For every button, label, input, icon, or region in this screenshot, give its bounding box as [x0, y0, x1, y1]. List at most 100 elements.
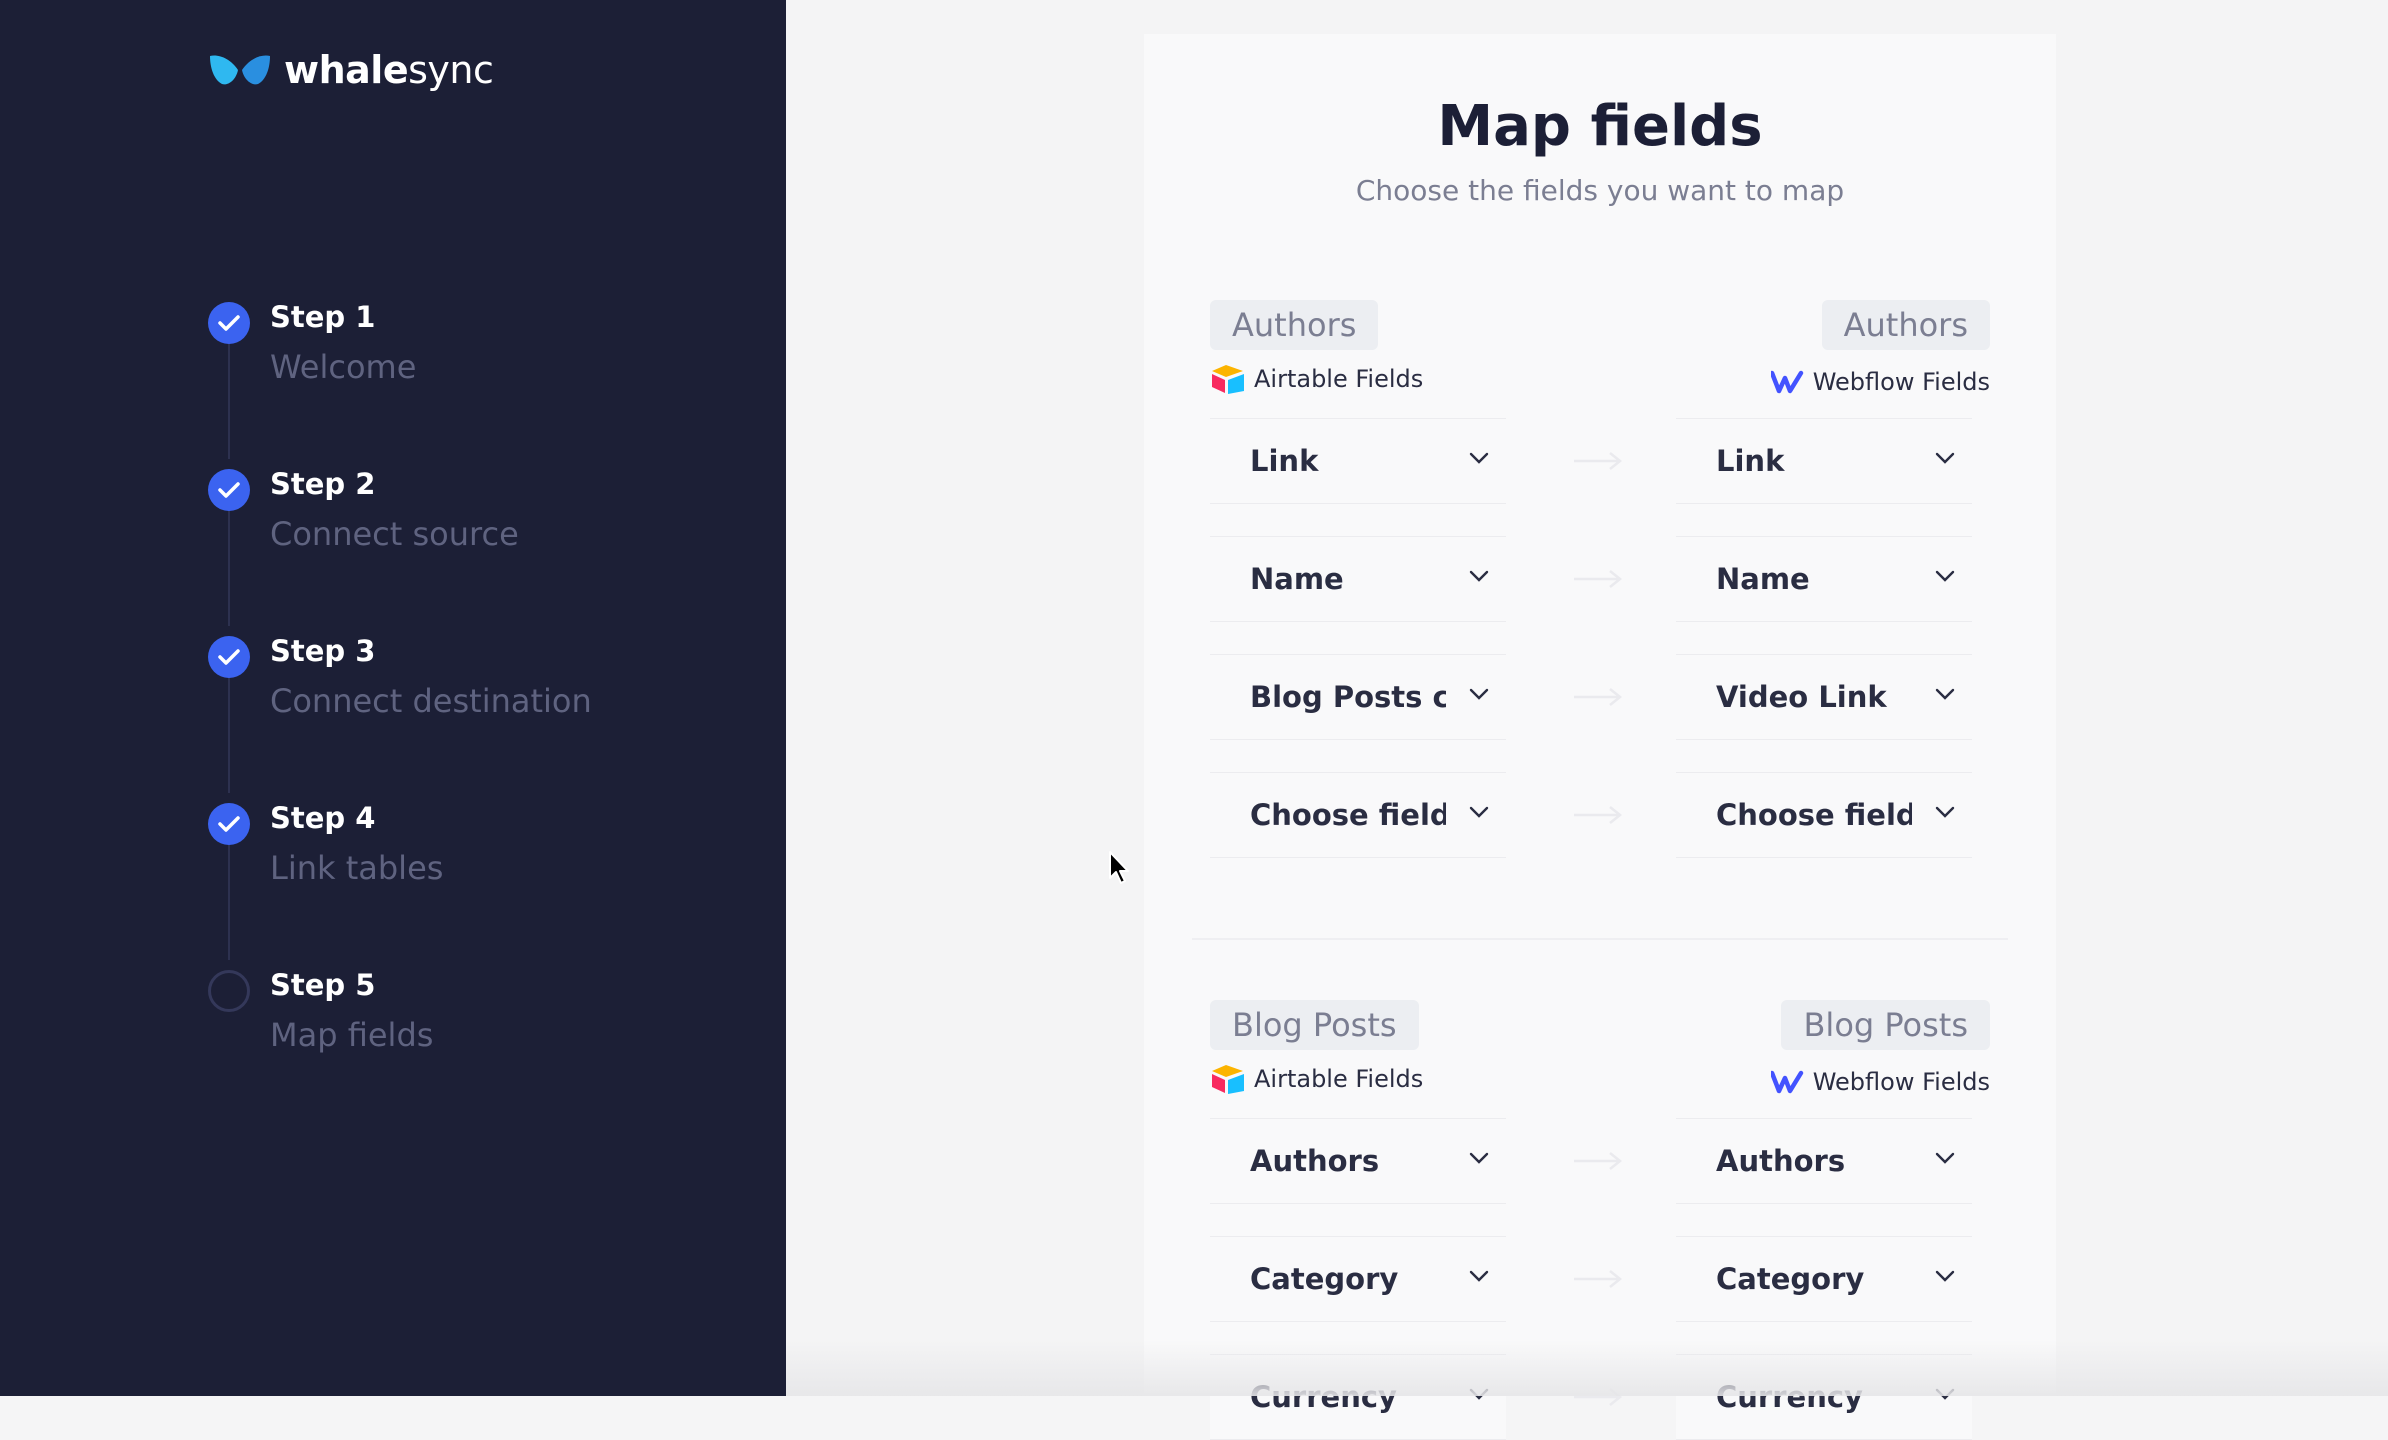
destination-field-select[interactable]: Choose field [1676, 772, 1972, 858]
webflow-fields-text: Webflow Fields [1812, 1068, 1990, 1096]
page-subtitle: Choose the fields you want to map [1355, 174, 1845, 207]
arrow-right-icon [1574, 688, 1623, 706]
step-item-5: Step 5 Map fields [208, 960, 768, 1127]
sidebar: whalesync Step 1 Welcome Step 2 Connect … [0, 0, 786, 1396]
airtable-fields-label: Airtable Fields [1210, 364, 1423, 394]
chevron-down-icon [1935, 1152, 1955, 1164]
chevron-down-icon [1469, 688, 1489, 700]
field-mapping-row: Category Category [1210, 1236, 1990, 1322]
destination-field-value: Name [1716, 562, 1810, 596]
chevron-down-icon [1469, 1270, 1489, 1282]
main-panel: Map fields Choose the fields you want to… [786, 0, 2388, 1440]
destination-table-chip: Blog Posts [1781, 1000, 1990, 1050]
section-divider [1192, 938, 2008, 940]
destination-field-select[interactable]: Category [1676, 1236, 1972, 1322]
field-mapping-row: Name Name [1210, 536, 1990, 622]
step-item-4: Step 4 Link tables [208, 793, 768, 960]
step-list: Step 1 Welcome Step 2 Connect source Ste… [208, 292, 768, 1127]
step-subtitle: Connect source [270, 515, 519, 553]
source-field-value: Category [1250, 1262, 1399, 1296]
airtable-fields-label: Airtable Fields [1210, 1064, 1423, 1094]
source-field-value: Choose field [1250, 798, 1446, 832]
airtable-fields-text: Airtable Fields [1254, 1065, 1424, 1093]
source-field-select[interactable]: Category [1210, 1236, 1506, 1322]
chevron-down-icon [1935, 452, 1955, 464]
arrow-right-icon [1574, 1270, 1623, 1288]
chevron-down-icon [1935, 1270, 1955, 1282]
source-table-chip: Authors [1210, 300, 1379, 350]
step-title: Step 2 [270, 467, 376, 501]
field-mapping-row: Blog Posts cop Video Link [1210, 654, 1990, 740]
webflow-fields-text: Webflow Fields [1812, 368, 1990, 396]
webflow-icon [1770, 370, 1803, 394]
step-item-1: Step 1 Welcome [208, 292, 768, 459]
source-table-chip: Blog Posts [1210, 1000, 1419, 1050]
source-field-value: Authors [1250, 1144, 1380, 1178]
destination-field-select[interactable]: Video Link [1676, 654, 1972, 740]
source-field-value: Blog Posts cop [1250, 680, 1446, 714]
arrow-right-icon [1574, 452, 1623, 470]
step-title: Step 5 [270, 968, 376, 1002]
empty-circle-icon [208, 970, 250, 1012]
check-icon [208, 803, 250, 845]
step-connector [228, 841, 230, 960]
step-connector [228, 507, 230, 626]
check-icon [208, 636, 250, 678]
webflow-icon [1770, 1070, 1803, 1094]
brand-name: whalesync [284, 48, 494, 92]
step-title: Step 3 [270, 634, 376, 668]
destination-field-value: Authors [1716, 1144, 1846, 1178]
webflow-fields-label: Webflow Fields [1770, 368, 1990, 396]
airtable-icon [1212, 365, 1244, 394]
chevron-down-icon [1469, 452, 1489, 464]
source-field-value: Name [1250, 562, 1344, 596]
field-mapping-row: Authors Authors [1210, 1118, 1990, 1204]
chevron-down-icon [1935, 570, 1955, 582]
destination-table-chip: Authors [1821, 300, 1990, 350]
field-mapping-row: Link Link [1210, 418, 1990, 504]
step-item-2: Step 2 Connect source [208, 459, 768, 626]
chevron-down-icon [1469, 570, 1489, 582]
map-fields-card: Map fields Choose the fields you want to… [1144, 34, 2056, 1440]
source-field-select[interactable]: Choose field [1210, 772, 1506, 858]
step-subtitle: Link tables [270, 849, 444, 887]
airtable-icon [1212, 1065, 1244, 1094]
destination-field-select[interactable]: Name [1676, 536, 1972, 622]
source-field-select[interactable]: Name [1210, 536, 1506, 622]
bottom-fade-overlay [786, 1340, 2388, 1396]
source-field-select[interactable]: Authors [1210, 1118, 1506, 1204]
step-connector [228, 340, 230, 459]
destination-field-value: Choose field [1716, 798, 1912, 832]
step-item-3: Step 3 Connect destination [208, 626, 768, 793]
step-subtitle: Connect destination [270, 682, 592, 720]
destination-field-value: Category [1716, 1262, 1865, 1296]
arrow-right-icon [1574, 570, 1623, 588]
destination-field-select[interactable]: Link [1676, 418, 1972, 504]
whalesync-logo[interactable]: whalesync [208, 48, 494, 92]
source-field-select[interactable]: Blog Posts cop [1210, 654, 1506, 740]
step-subtitle: Welcome [270, 348, 417, 386]
check-icon [208, 302, 250, 344]
chevron-down-icon [1935, 806, 1955, 818]
arrow-right-icon [1574, 1152, 1623, 1170]
chevron-down-icon [1469, 1152, 1489, 1164]
chevron-down-icon [1935, 688, 1955, 700]
source-field-select[interactable]: Link [1210, 418, 1506, 504]
step-title: Step 4 [270, 801, 376, 835]
field-mapping-row: Choose field Choose field [1210, 772, 1990, 858]
destination-field-select[interactable]: Authors [1676, 1118, 1972, 1204]
step-title: Step 1 [270, 300, 376, 334]
arrow-right-icon [1574, 806, 1623, 824]
destination-field-value: Video Link [1716, 680, 1887, 714]
check-icon [208, 469, 250, 511]
page-title: Map fields [1437, 94, 1763, 159]
step-connector [228, 674, 230, 793]
chevron-down-icon [1469, 806, 1489, 818]
source-field-value: Link [1250, 444, 1319, 478]
webflow-fields-label: Webflow Fields [1770, 1068, 1990, 1096]
destination-field-value: Link [1716, 444, 1785, 478]
step-subtitle: Map fields [270, 1016, 434, 1054]
airtable-fields-text: Airtable Fields [1254, 365, 1424, 393]
mouse-cursor-icon [1109, 851, 1129, 884]
whale-tail-icon [210, 55, 270, 85]
